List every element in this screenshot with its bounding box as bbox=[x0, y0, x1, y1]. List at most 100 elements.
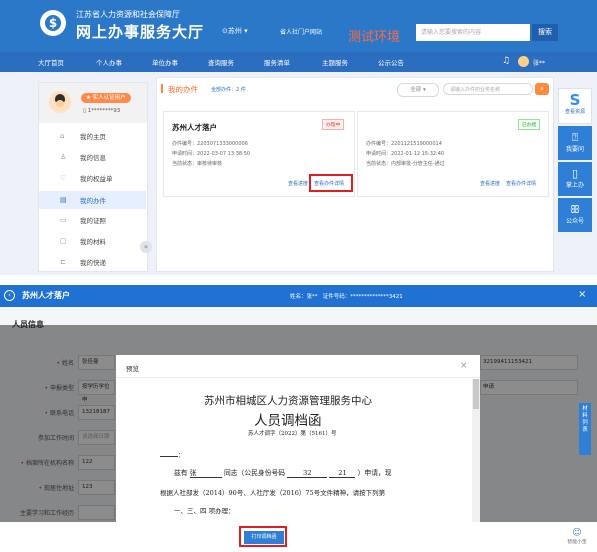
sidebar-item-label: 我的权益单 bbox=[80, 175, 113, 183]
side-ask-button[interactable]: ⍰ 我要问 bbox=[558, 126, 592, 160]
case-number: 办件编号：2203071333000006 bbox=[172, 141, 248, 147]
view-progress-link[interactable]: 查看进度 bbox=[480, 180, 500, 187]
search-input[interactable]: 请输入您要搜索的内容 bbox=[416, 24, 530, 41]
app-logo-icon: S bbox=[569, 91, 581, 109]
case-number: 办件编号：2201121519000014 bbox=[366, 141, 442, 147]
org-name: 江苏省人力资源和社会保障厅 bbox=[76, 10, 180, 19]
sidebar-item-label: 我的信息 bbox=[80, 154, 106, 162]
case-title: 苏州人才落户 bbox=[172, 123, 217, 132]
nav-notice[interactable]: 公示公告 bbox=[378, 57, 404, 67]
nav-service-list[interactable]: 服务清单 bbox=[264, 57, 290, 67]
search-button[interactable]: 搜索 bbox=[532, 24, 558, 41]
verified-badge: ★ 实人认证用户 bbox=[81, 93, 131, 103]
apply-time: 申请时间：2022-01-12 15:32:40 bbox=[366, 151, 445, 157]
sidebar-item-rights[interactable]: ♡ 我的权益单 bbox=[60, 170, 146, 188]
side-button-label: 掌上办 bbox=[565, 182, 584, 189]
site-title: 网上办事服务大厅 bbox=[76, 23, 205, 41]
sidebar-item-label: 我的材料 bbox=[80, 238, 106, 246]
status-badge: 已办结 bbox=[518, 119, 541, 130]
case-detail-window: ‹ 苏州人才落户 姓名：张** 证件号码：**************3421 … bbox=[0, 285, 597, 552]
city-label: 苏州 bbox=[227, 27, 242, 35]
doc-title: 人员调档函 bbox=[254, 413, 322, 429]
chevron-down-icon: ▾ bbox=[241, 27, 248, 35]
folder-icon: ▢ bbox=[60, 237, 67, 245]
phone-icon: ▯ bbox=[83, 108, 87, 114]
view-progress-link[interactable]: 查看进度 bbox=[288, 180, 308, 187]
case-count: 全部办件：2 件 bbox=[211, 87, 246, 93]
main-nav: 大厅首页 个人办事 单位办事 查询服务 服务清单 主题服务 公示公告 ♫ 张** bbox=[0, 52, 597, 72]
hrss-logo-icon: $ bbox=[40, 10, 66, 36]
bell-icon[interactable]: ♫ bbox=[502, 56, 510, 66]
nav-personal[interactable]: 个人办事 bbox=[96, 57, 122, 67]
nav-home[interactable]: 大厅首页 bbox=[38, 57, 64, 67]
portal-link[interactable]: 省人社门户网站 bbox=[280, 27, 322, 36]
user-card: ★ 实人认证用户 ▯ 1********93 bbox=[39, 83, 147, 123]
sidebar-item-express[interactable]: ⊏ 我的快递 bbox=[60, 254, 146, 272]
doc-number: 苏人才调字（2022）第（5161）号 bbox=[248, 431, 337, 437]
preview-title: 预览 bbox=[126, 365, 139, 373]
test-env-label: 测试环境 bbox=[348, 30, 401, 45]
back-icon[interactable]: ‹ bbox=[4, 290, 15, 301]
doc-line-1: 兹有 张 同志（公民身份号码 32 21 ）申请，现 bbox=[174, 469, 392, 478]
side-resources-button[interactable]: S 查看资源 bbox=[558, 88, 592, 124]
close-icon[interactable]: × bbox=[578, 289, 586, 300]
sidebar-item-home[interactable]: ⌂ 我的主页 bbox=[60, 128, 146, 146]
case-detail-titlebar: ‹ 苏州人才落户 姓名：张** 证件号码：**************3421 … bbox=[0, 285, 597, 307]
sidebar-item-licenses[interactable]: ▭ 我的证照 bbox=[60, 212, 146, 230]
preview-divider bbox=[116, 377, 480, 378]
question-icon: ⍰ bbox=[571, 131, 579, 144]
side-mobile-button[interactable]: ▯ 掌上办 bbox=[558, 162, 592, 196]
portal-page: $ 江苏省人力资源和社会保障厅 网上办事服务大厅 ⊙苏州 ▾ 省人社门户网站 测… bbox=[0, 0, 597, 275]
card-icon: ▭ bbox=[60, 216, 67, 224]
collapse-sidebar-button[interactable]: « bbox=[140, 241, 152, 253]
wechat-icon: ꕥ bbox=[569, 203, 581, 216]
sidebar-item-materials[interactable]: ▢ 我的材料 bbox=[60, 233, 146, 251]
print-button-highlight bbox=[239, 526, 287, 547]
status-badge: 办理中 bbox=[322, 119, 345, 130]
header-user-name[interactable]: 张** bbox=[533, 58, 545, 67]
user-phone: ▯ 1********93 bbox=[83, 108, 121, 114]
case-search-button[interactable]: ⌕ bbox=[535, 83, 549, 95]
case-search-input[interactable]: 请输入办件的业务名称 bbox=[443, 83, 533, 95]
apply-time: 申请时间：2022-03-07 13:38:50 bbox=[172, 151, 251, 157]
mobile-icon: ▯ bbox=[571, 167, 579, 180]
sidebar-item-label: 我的证照 bbox=[80, 217, 106, 225]
title-accent-bar bbox=[161, 84, 163, 93]
sidebar-item-label: 我的快递 bbox=[80, 259, 106, 267]
sidebar-item-label: 我的主页 bbox=[80, 133, 106, 141]
smart-assistant[interactable]: ☺ 智能小宝 bbox=[562, 528, 592, 545]
nav-theme[interactable]: 主题服务 bbox=[322, 57, 348, 67]
city-selector[interactable]: ⊙苏州 ▾ bbox=[222, 26, 248, 36]
home-icon: ⌂ bbox=[60, 132, 65, 140]
sidebar-item-label: 我的办件 bbox=[80, 197, 106, 205]
doc-line-2: 根据人社部发（2014）90号、人社厅发（2016）75号文件精神，请按下列第 bbox=[160, 489, 386, 497]
applicant-info: 姓名：张** 证件号码：**************3421 bbox=[290, 294, 403, 300]
doc-line-3: 一、三、四 项办理： bbox=[174, 507, 235, 515]
screen-divider bbox=[0, 275, 597, 285]
view-detail-link[interactable]: 查看办件详情 bbox=[506, 180, 536, 187]
side-button-label: 查看资源 bbox=[564, 109, 585, 115]
nav-unit[interactable]: 单位办事 bbox=[152, 57, 178, 67]
materials-list-tab[interactable]: 材料列表 bbox=[579, 403, 591, 455]
scrollbar-thumb[interactable] bbox=[473, 379, 479, 409]
sidebar-item-info[interactable]: ♙ 我的信息 bbox=[60, 149, 146, 167]
current-status: 当前状态：审核待审核 bbox=[172, 161, 223, 167]
nav-query[interactable]: 查询服务 bbox=[208, 57, 234, 67]
side-wechat-button[interactable]: ꕥ 公众号 bbox=[558, 198, 592, 232]
search-icon: ⌕ bbox=[540, 85, 544, 93]
chevron-left-icon: « bbox=[143, 243, 149, 251]
status-filter-select[interactable]: 全部 ▾ bbox=[397, 83, 439, 97]
user-icon: ♙ bbox=[60, 153, 67, 161]
case-detail-title: 苏州人才落户 bbox=[22, 291, 70, 300]
detail-link-highlight bbox=[309, 174, 353, 192]
sidebar-item-cases[interactable]: ▤ 我的办件 bbox=[60, 192, 146, 210]
truck-icon: ⊏ bbox=[60, 258, 66, 266]
close-icon[interactable]: × bbox=[460, 361, 468, 371]
robot-icon: ☺ bbox=[572, 528, 582, 538]
current-status: 当前状态：内部审批-分管主任-通过 bbox=[366, 161, 445, 167]
avatar[interactable] bbox=[518, 56, 529, 67]
document-icon: ▤ bbox=[60, 196, 67, 204]
action-bar bbox=[0, 522, 597, 552]
doc-addressee: ： bbox=[160, 449, 185, 459]
side-button-label: 我要问 bbox=[565, 146, 584, 153]
